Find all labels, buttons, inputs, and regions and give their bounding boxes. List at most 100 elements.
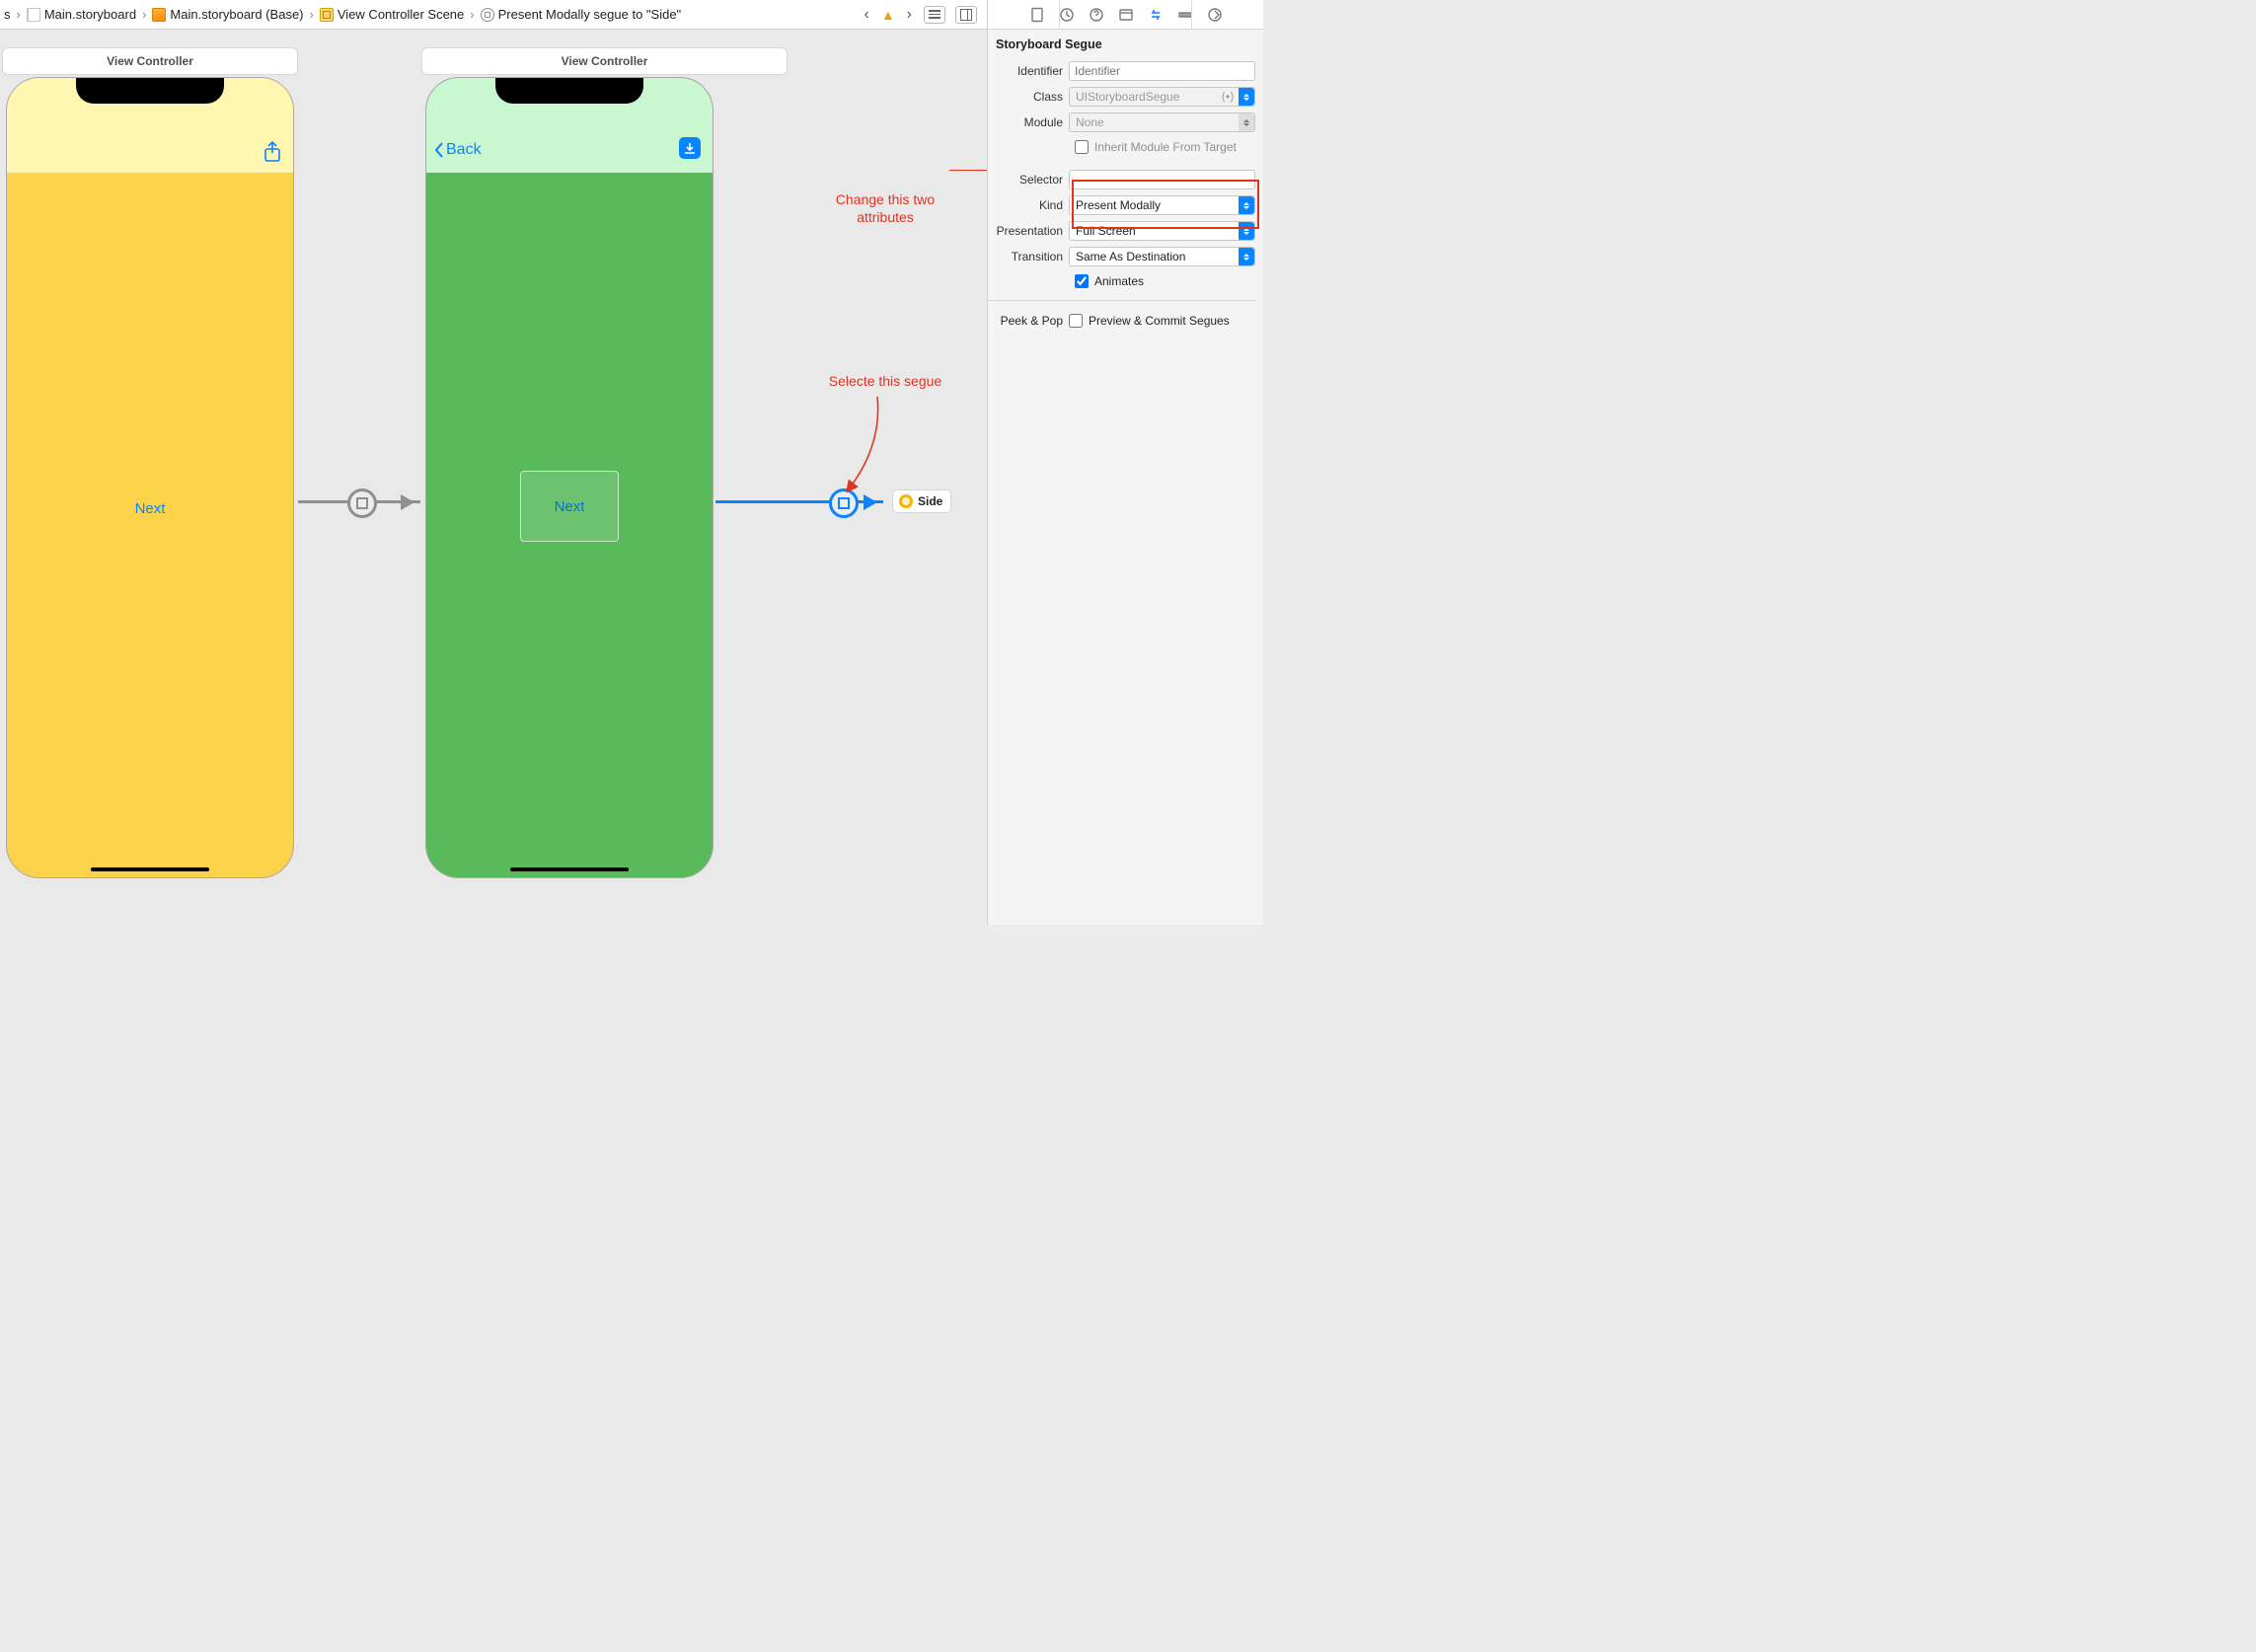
divider — [988, 300, 1255, 301]
issues-warning-icon[interactable]: ▲ — [881, 7, 895, 23]
checkbox-label: Preview & Commit Segues — [1089, 314, 1230, 328]
scene-title-text: View Controller — [562, 54, 648, 68]
segue-icon — [481, 8, 494, 22]
breadcrumb-text: s — [4, 7, 11, 22]
scene-icon — [320, 8, 334, 22]
breadcrumb-text: Main.storyboard (Base) — [170, 7, 303, 22]
share-icon — [263, 141, 281, 166]
annotation-line: attributes — [857, 209, 914, 225]
identifier-input[interactable] — [1069, 61, 1255, 81]
class-select[interactable]: UIStoryboardSegue ⟨•⟩ — [1069, 87, 1255, 107]
animates-checkbox[interactable] — [1075, 274, 1089, 288]
scene-title-text: View Controller — [107, 54, 193, 68]
back-button[interactable]: Back — [434, 141, 482, 159]
kind-select[interactable]: Present Modally — [1069, 195, 1255, 215]
inspector-tab-bar — [988, 0, 1263, 30]
inspector-form: Identifier Class UIStoryboardSegue ⟨•⟩ M… — [988, 57, 1263, 333]
back-label: Back — [446, 141, 482, 159]
divider — [1191, 0, 1192, 29]
annotation-text: Change this two attributes — [821, 191, 949, 226]
transition-select[interactable]: Same As Destination — [1069, 247, 1255, 266]
clear-icon[interactable]: ⟨•⟩ — [1219, 88, 1237, 106]
field-label: Kind — [988, 198, 1069, 212]
breadcrumb-item[interactable]: Present Modally segue to "Side" — [477, 0, 686, 29]
field-label: Identifier — [988, 64, 1069, 78]
adjust-editor-options-button[interactable] — [955, 6, 977, 24]
storyboard-file-icon — [27, 8, 40, 22]
annotation-line: Selecte this segue — [829, 373, 941, 389]
history-forward-button[interactable]: › — [905, 6, 914, 24]
field-label: Module — [988, 115, 1069, 129]
breadcrumb-item[interactable]: s — [0, 0, 15, 29]
home-indicator — [91, 867, 209, 871]
outline-toggle-button[interactable] — [924, 6, 945, 24]
inspector-panel: Storyboard Segue Identifier Class UIStor… — [987, 0, 1263, 925]
select-value: None — [1076, 115, 1104, 129]
module-select[interactable]: None — [1069, 113, 1255, 132]
breadcrumb-item[interactable]: View Controller Scene — [316, 0, 468, 29]
annotation-line: Change this two — [836, 191, 935, 207]
annotation-arrow — [833, 397, 872, 486]
presentation-select[interactable]: Full Screen — [1069, 221, 1255, 241]
view-controller-preview[interactable]: Back Next — [425, 77, 714, 878]
select-value: Full Screen — [1076, 224, 1136, 238]
breadcrumb-item[interactable]: Main.storyboard (Base) — [148, 0, 307, 29]
history-inspector-tab[interactable] — [1059, 7, 1075, 23]
home-indicator — [510, 867, 629, 871]
dropdown-caret-icon — [1239, 88, 1254, 106]
storyboard-canvas[interactable]: View Controller View Controller Next Bac… — [0, 30, 987, 925]
connections-inspector-tab[interactable] — [1207, 7, 1223, 23]
divider — [1059, 0, 1060, 29]
view-controller-icon — [899, 494, 913, 508]
scene-title-bar[interactable]: View Controller — [2, 47, 298, 75]
select-value: UIStoryboardSegue — [1076, 90, 1179, 104]
next-button: Next — [555, 498, 585, 515]
editor-path-bar-controls: ‹ ▲ › — [862, 6, 981, 24]
dropdown-caret-icon — [1239, 222, 1254, 240]
breadcrumb-item[interactable]: Main.storyboard — [23, 0, 140, 29]
chevron-right-icon: › — [468, 7, 476, 22]
select-value: Present Modally — [1076, 198, 1161, 212]
field-row-identifier: Identifier — [988, 59, 1255, 83]
peek-pop-checkbox[interactable] — [1069, 314, 1083, 328]
field-row-transition: Transition Same As Destination — [988, 245, 1255, 268]
attributes-inspector-tab[interactable] — [1148, 7, 1164, 23]
history-back-button[interactable]: ‹ — [862, 6, 870, 24]
animates-checkbox-row: Animates — [988, 270, 1255, 292]
field-label: Class — [988, 90, 1069, 104]
dropdown-caret-icon — [1239, 113, 1254, 131]
file-inspector-tab[interactable] — [1029, 7, 1045, 23]
inherit-module-checkbox-row: Inherit Module From Target — [988, 136, 1255, 158]
next-button[interactable]: Next — [135, 500, 166, 517]
segue-destination-chip[interactable]: Side — [892, 489, 951, 513]
dropdown-caret-icon — [1239, 196, 1254, 214]
editor-path-bar: s › Main.storyboard › Main.storyboard (B… — [0, 0, 987, 30]
checkbox-label: Animates — [1094, 274, 1144, 288]
field-label: Peek & Pop — [988, 314, 1069, 328]
field-label: Selector — [988, 173, 1069, 187]
field-row-peek-pop: Peek & Pop Preview & Commit Segues — [988, 309, 1255, 333]
select-value: Same As Destination — [1076, 250, 1185, 263]
segue-connector[interactable] — [298, 500, 420, 503]
field-label: Presentation — [988, 224, 1069, 238]
device-notch — [76, 78, 224, 104]
panel-split-icon — [960, 9, 972, 21]
list-lines-icon — [929, 10, 940, 19]
field-row-class: Class UIStoryboardSegue ⟨•⟩ — [988, 85, 1255, 109]
checkbox-label: Inherit Module From Target — [1094, 140, 1237, 154]
storyboard-base-icon — [152, 8, 166, 22]
field-row-module: Module None — [988, 111, 1255, 134]
field-row-selector: Selector — [988, 168, 1255, 191]
field-row-kind: Kind Present Modally — [988, 193, 1255, 217]
segue-node-icon — [347, 488, 377, 518]
destination-label: Side — [918, 494, 942, 508]
quick-help-inspector-tab[interactable] — [1089, 7, 1104, 23]
download-icon — [679, 137, 701, 159]
container-view[interactable]: Next — [520, 471, 619, 542]
view-controller-preview[interactable]: Next — [6, 77, 294, 878]
identity-inspector-tab[interactable] — [1118, 7, 1134, 23]
inherit-module-checkbox[interactable] — [1075, 140, 1089, 154]
scene-title-bar[interactable]: View Controller — [421, 47, 788, 75]
chevron-right-icon: › — [308, 7, 316, 22]
selector-input[interactable] — [1069, 170, 1255, 189]
